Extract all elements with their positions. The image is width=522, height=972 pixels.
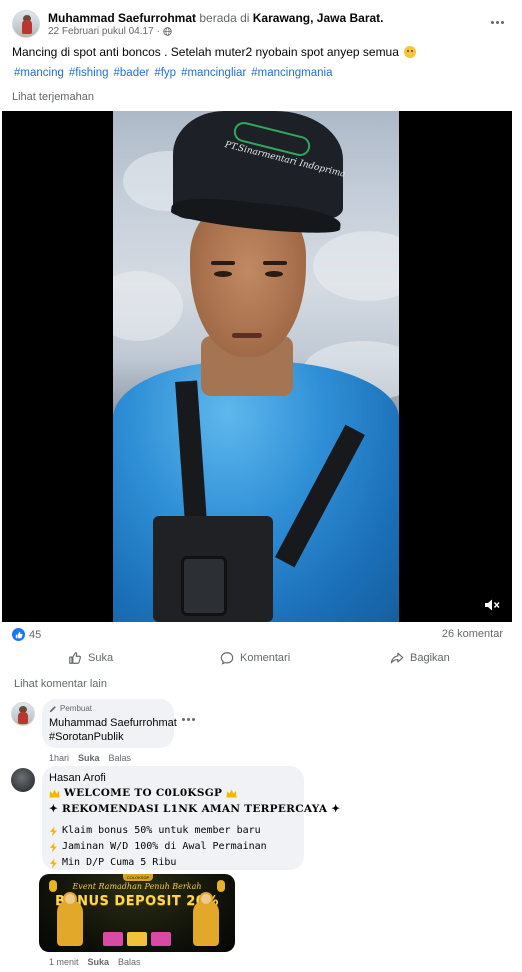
speaker-muted-icon[interactable]: [484, 598, 500, 612]
like-reaction-icon: [12, 628, 25, 641]
reaction-summary[interactable]: 45: [12, 628, 41, 641]
like-button-label: Suka: [88, 652, 114, 664]
video-frame: PT.Sinarmentari Indoprima: [113, 111, 399, 622]
thumbs-up-icon: [69, 652, 81, 664]
comment-like-button[interactable]: Suka: [88, 957, 110, 967]
lightning-icon: [50, 826, 57, 836]
comment-meta: 1 menit Suka Balas: [49, 957, 141, 967]
share-button-label: Bagikan: [410, 652, 450, 664]
comment-button-label: Komentari: [240, 652, 291, 664]
post-text-body: Mancing di spot anti boncos . Setelah mu…: [12, 45, 399, 59]
hashtag-link[interactable]: #fyp: [154, 67, 176, 79]
hashtag-link[interactable]: #bader: [114, 67, 150, 79]
author-avatar[interactable]: [12, 10, 40, 38]
dot-icon: [490, 20, 494, 24]
post-text: Mancing di spot anti boncos . Setelah mu…: [12, 45, 417, 59]
like-button[interactable]: Suka: [68, 646, 113, 670]
comment-line-text: Min D/P Cuma 5 Ribu: [62, 857, 177, 868]
comment-line: WELCOME TO C0L0KSGP: [49, 785, 340, 801]
globe-icon: [163, 27, 172, 36]
hashtag-link[interactable]: #mancingmania: [251, 67, 332, 79]
comment-line: ✦ REKOMENDASI L1NK AMAN TERPERCAYA ✦: [49, 801, 340, 817]
comment-button[interactable]: Komentari: [220, 646, 290, 670]
comment-author[interactable]: Muhammad Saefurrohmat: [49, 717, 177, 729]
commenter-avatar[interactable]: [11, 702, 35, 726]
dot-icon: [182, 718, 185, 721]
comment-line: Min D/P Cuma 5 Ribu: [49, 855, 340, 871]
view-more-comments-link[interactable]: Lihat komentar lain: [14, 678, 107, 690]
share-button[interactable]: Bagikan: [390, 646, 450, 670]
post-timestamp[interactable]: 22 Februari pukul 04.17: [48, 26, 154, 37]
comment-meta: 1hari Suka Balas: [49, 753, 131, 763]
action-bar: Suka Komentari Bagikan: [0, 646, 522, 672]
crown-icon: [226, 789, 237, 797]
commenter-avatar[interactable]: [11, 768, 35, 792]
hashtag-link[interactable]: #mancing: [14, 67, 64, 79]
comment-time[interactable]: 1hari: [49, 753, 69, 763]
comment-count[interactable]: 26 komentar: [442, 628, 503, 640]
comment-bubble: Pembuat Muhammad Saefurrohmat #SorotanPu…: [42, 699, 177, 748]
comment-bubble: Hasan Arofi WELCOME TO C0L0KSGP ✦ REKOME…: [42, 766, 340, 870]
like-count: 45: [29, 628, 42, 641]
post-meta: 22 Februari pukul 04.17 ·: [48, 26, 172, 37]
meta-separator: ·: [156, 26, 160, 37]
comment-like-button[interactable]: Suka: [78, 753, 100, 763]
banner-logo: COLOKSGP: [123, 874, 153, 881]
comment-time[interactable]: 1 menit: [49, 957, 79, 967]
banner-subtitle: Event Ramadhan Penuh Berkah: [72, 882, 202, 891]
comment-line-text: Jaminan W/D 100% di Awal Permainan: [62, 841, 267, 852]
post-header: Muhammad Saefurrohmat berada di Karawang…: [12, 10, 510, 42]
hashtag-list: #mancing #fishing #bader #fyp #mancingli…: [14, 67, 332, 79]
comment-line-text: ✦ REKOMENDASI L1NK AMAN TERPERCAYA ✦: [49, 803, 341, 815]
pencil-icon: [49, 705, 56, 712]
comment-body: WELCOME TO C0L0KSGP ✦ REKOMENDASI L1NK A…: [49, 785, 340, 871]
dot-icon: [187, 718, 190, 721]
comment-line-text: Klaim bonus 50% untuk member baru: [62, 825, 261, 836]
share-arrow-icon: [390, 652, 404, 664]
comment-text: #SorotanPublik: [49, 731, 124, 743]
comment-reply-button[interactable]: Balas: [118, 957, 141, 967]
crown-icon: [49, 789, 60, 797]
banner-figure: [57, 892, 83, 946]
author-badge: Pembuat: [49, 704, 92, 713]
lightning-icon: [50, 842, 57, 852]
post-options-button[interactable]: [486, 12, 508, 32]
see-translation-link[interactable]: Lihat terjemahan: [12, 91, 94, 103]
emoji-icon: [404, 46, 417, 58]
lightning-icon: [50, 858, 57, 868]
author-line: Muhammad Saefurrohmat berada di Karawang…: [48, 11, 384, 25]
location-link[interactable]: Karawang, Jawa Barat.: [253, 11, 384, 25]
comment-line-text: WELCOME TO C0L0KSGP: [64, 787, 223, 799]
promo-banner-image[interactable]: COLOKSGP Event Ramadhan Penuh Berkah BON…: [39, 874, 235, 952]
location-prefix: berada di: [199, 11, 250, 25]
hashtag-link[interactable]: #fishing: [69, 67, 109, 79]
dot-icon: [495, 20, 499, 24]
dot-icon: [192, 718, 195, 721]
comment-options-button[interactable]: [182, 718, 195, 721]
comment-line: Jaminan W/D 100% di Awal Permainan: [49, 839, 340, 855]
comment-author[interactable]: Hasan Arofi: [49, 772, 106, 784]
banner-figure: [193, 892, 219, 946]
hashtag-link[interactable]: #mancingliar: [181, 67, 246, 79]
comment-line: Klaim bonus 50% untuk member baru: [49, 823, 340, 839]
comment-bubble-icon: [220, 652, 234, 665]
video-player[interactable]: PT.Sinarmentari Indoprima: [2, 111, 512, 622]
author-name[interactable]: Muhammad Saefurrohmat: [48, 11, 196, 25]
dot-icon: [500, 20, 504, 24]
author-badge-label: Pembuat: [60, 704, 93, 713]
comment-reply-button[interactable]: Balas: [109, 753, 132, 763]
